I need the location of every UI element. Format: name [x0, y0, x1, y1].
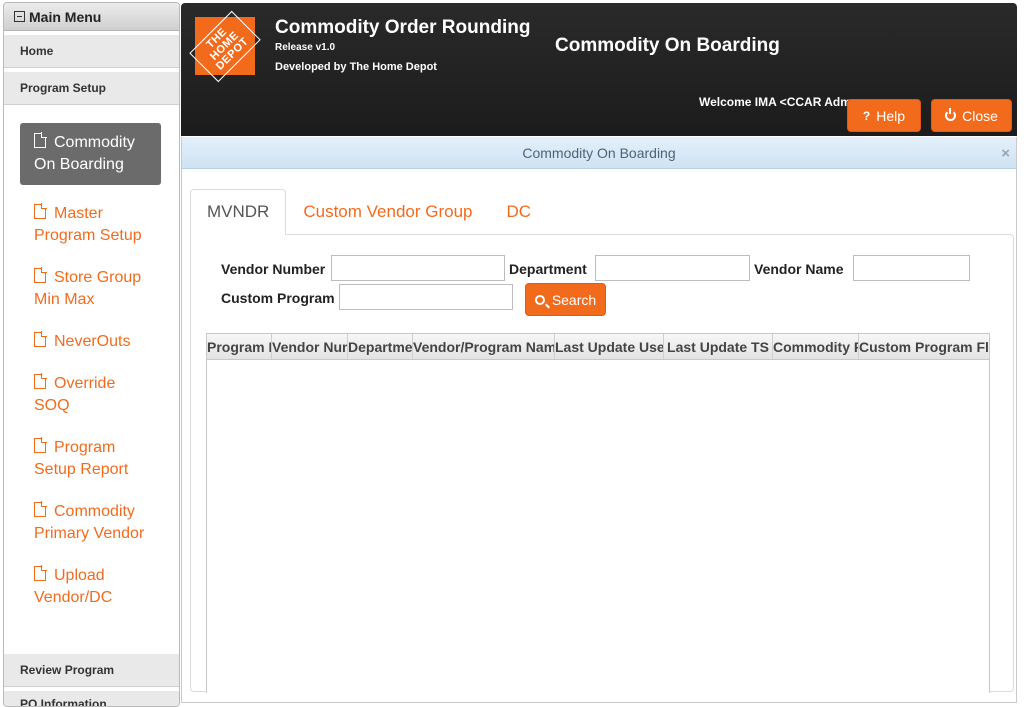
sidebar-section-review-program[interactable]: Review Program	[4, 654, 179, 687]
sidebar-item-label: Setup Report	[34, 461, 129, 478]
column-header-last-update-user-id[interactable]: Last Update User ID	[555, 334, 664, 359]
main-menu-header[interactable]: Main Menu	[4, 3, 179, 31]
sidebar-item-label: On Boarding	[34, 156, 124, 173]
sidebar-item-master-program-setup[interactable]: Master Program Setup	[20, 193, 161, 257]
sidebar-item-label: Upload	[54, 567, 105, 584]
app-header: THE HOME DEPOT Commodity Order Rounding …	[181, 3, 1017, 136]
sidebar-item-upload-vendor-dc[interactable]: Upload Vendor/DC	[20, 555, 161, 619]
sidebar-item-store-group-min-max[interactable]: Store Group Min Max	[20, 257, 161, 321]
power-icon	[945, 108, 957, 121]
document-icon	[34, 132, 47, 148]
sidebar-item-label: Commodity	[54, 503, 135, 520]
sidebar-section-po-information[interactable]: PO Information	[4, 691, 179, 706]
sidebar-item-label: Vendor/DC	[34, 589, 113, 606]
sidebar-item-neverouts[interactable]: NeverOuts	[20, 321, 161, 363]
panel-title: Commodity On Boarding	[522, 144, 676, 161]
sidebar-section-program-setup[interactable]: Program Setup	[4, 72, 179, 105]
home-depot-logo: THE HOME DEPOT	[189, 10, 261, 82]
sidebar-item-label: Min Max	[34, 291, 95, 308]
search-icon	[534, 294, 545, 305]
column-header-vendor-program-name[interactable]: Vendor/Program Name	[413, 334, 555, 359]
page-heading: Commodity On Boarding	[555, 35, 780, 56]
tab-mvndr[interactable]: MVNDR	[190, 189, 287, 235]
document-icon	[34, 203, 47, 219]
grid-header: Program ID Vendor Number Department Vend…	[207, 334, 989, 360]
column-header-vendor-number[interactable]: Vendor Number	[272, 334, 348, 359]
custom-program-label: Custom Program	[221, 290, 335, 306]
tab-bar: MVNDR Custom Vendor Group DC	[190, 189, 548, 235]
sidebar-item-override-soq[interactable]: Override SOQ	[20, 363, 161, 427]
document-icon	[34, 331, 47, 347]
custom-program-input[interactable]	[339, 284, 513, 310]
sidebar-item-label: Primary Vendor	[34, 525, 145, 542]
sidebar-item-commodity-on-boarding[interactable]: Commodity On Boarding	[20, 123, 161, 185]
tab-dc[interactable]: DC	[490, 189, 549, 235]
vendor-name-input[interactable]	[853, 255, 970, 281]
release-label: Release v1.0	[275, 42, 336, 53]
vendor-number-input[interactable]	[331, 255, 505, 281]
column-header-last-update-ts[interactable]: Last Update TS	[664, 334, 773, 359]
department-label: Department	[509, 261, 587, 277]
document-icon	[34, 267, 47, 283]
sidebar-item-label: Commodity	[54, 134, 135, 151]
grid-body	[207, 360, 989, 692]
help-button-label: Help	[876, 107, 906, 124]
panel-title-bar: Commodity On Boarding ×	[182, 137, 1016, 169]
tab-custom-vendor-group[interactable]: Custom Vendor Group	[286, 189, 489, 235]
sidebar-item-program-setup-report[interactable]: Program Setup Report	[20, 427, 161, 491]
document-icon	[34, 373, 47, 389]
developed-by-label: Developed by The Home Depot	[275, 61, 437, 73]
sidebar-section-home[interactable]: Home	[4, 35, 179, 68]
vendor-number-label: Vendor Number	[221, 261, 326, 277]
welcome-text: Welcome IMA <CCAR Admin>	[699, 95, 849, 109]
sidebar-item-commodity-primary-vendor[interactable]: Commodity Primary Vendor	[20, 491, 161, 555]
results-grid: Program ID Vendor Number Department Vend…	[206, 333, 990, 693]
column-header-program-id[interactable]: Program ID	[207, 334, 272, 359]
main-panel: Commodity On Boarding × MVNDR Custom Ven…	[181, 137, 1017, 703]
department-input[interactable]	[595, 255, 750, 281]
close-icon[interactable]: ×	[1001, 145, 1010, 162]
sidebar: Main Menu Home Program Setup Commodity On…	[3, 2, 180, 707]
column-header-commodity-flag[interactable]: Commodity Flag	[773, 334, 859, 359]
help-button[interactable]: ? Help	[847, 99, 921, 132]
search-button[interactable]: Search	[525, 283, 606, 316]
sidebar-item-label: SOQ	[34, 397, 70, 414]
sidebar-item-label: Program Setup	[34, 227, 142, 244]
document-icon	[34, 437, 47, 453]
sidebar-item-label: Master	[54, 205, 103, 222]
close-button[interactable]: Close	[931, 99, 1012, 132]
logo-text: THE HOME DEPOT	[189, 10, 261, 82]
document-icon	[34, 501, 47, 517]
search-button-label: Search	[551, 291, 597, 308]
sidebar-item-label: Override	[54, 375, 116, 392]
document-icon	[34, 565, 47, 581]
column-header-custom-program-flag[interactable]: Custom Program Flag	[859, 334, 989, 359]
collapse-icon[interactable]	[14, 11, 25, 22]
mvndr-tab-content: Vendor Number Department Vendor Name Cus…	[190, 234, 1014, 693]
vendor-name-label: Vendor Name	[754, 261, 844, 277]
program-setup-list: Commodity On Boarding Master Program Setup…	[4, 105, 179, 619]
close-button-label: Close	[962, 107, 998, 124]
sidebar-item-label: NeverOuts	[54, 333, 131, 350]
sidebar-item-label: Program	[54, 439, 116, 456]
question-icon: ?	[862, 108, 871, 123]
column-header-department[interactable]: Department	[348, 334, 413, 359]
main-menu-label: Main Menu	[29, 8, 102, 25]
sidebar-item-label: Store Group	[54, 269, 142, 286]
app-title: Commodity Order Rounding	[275, 17, 531, 38]
